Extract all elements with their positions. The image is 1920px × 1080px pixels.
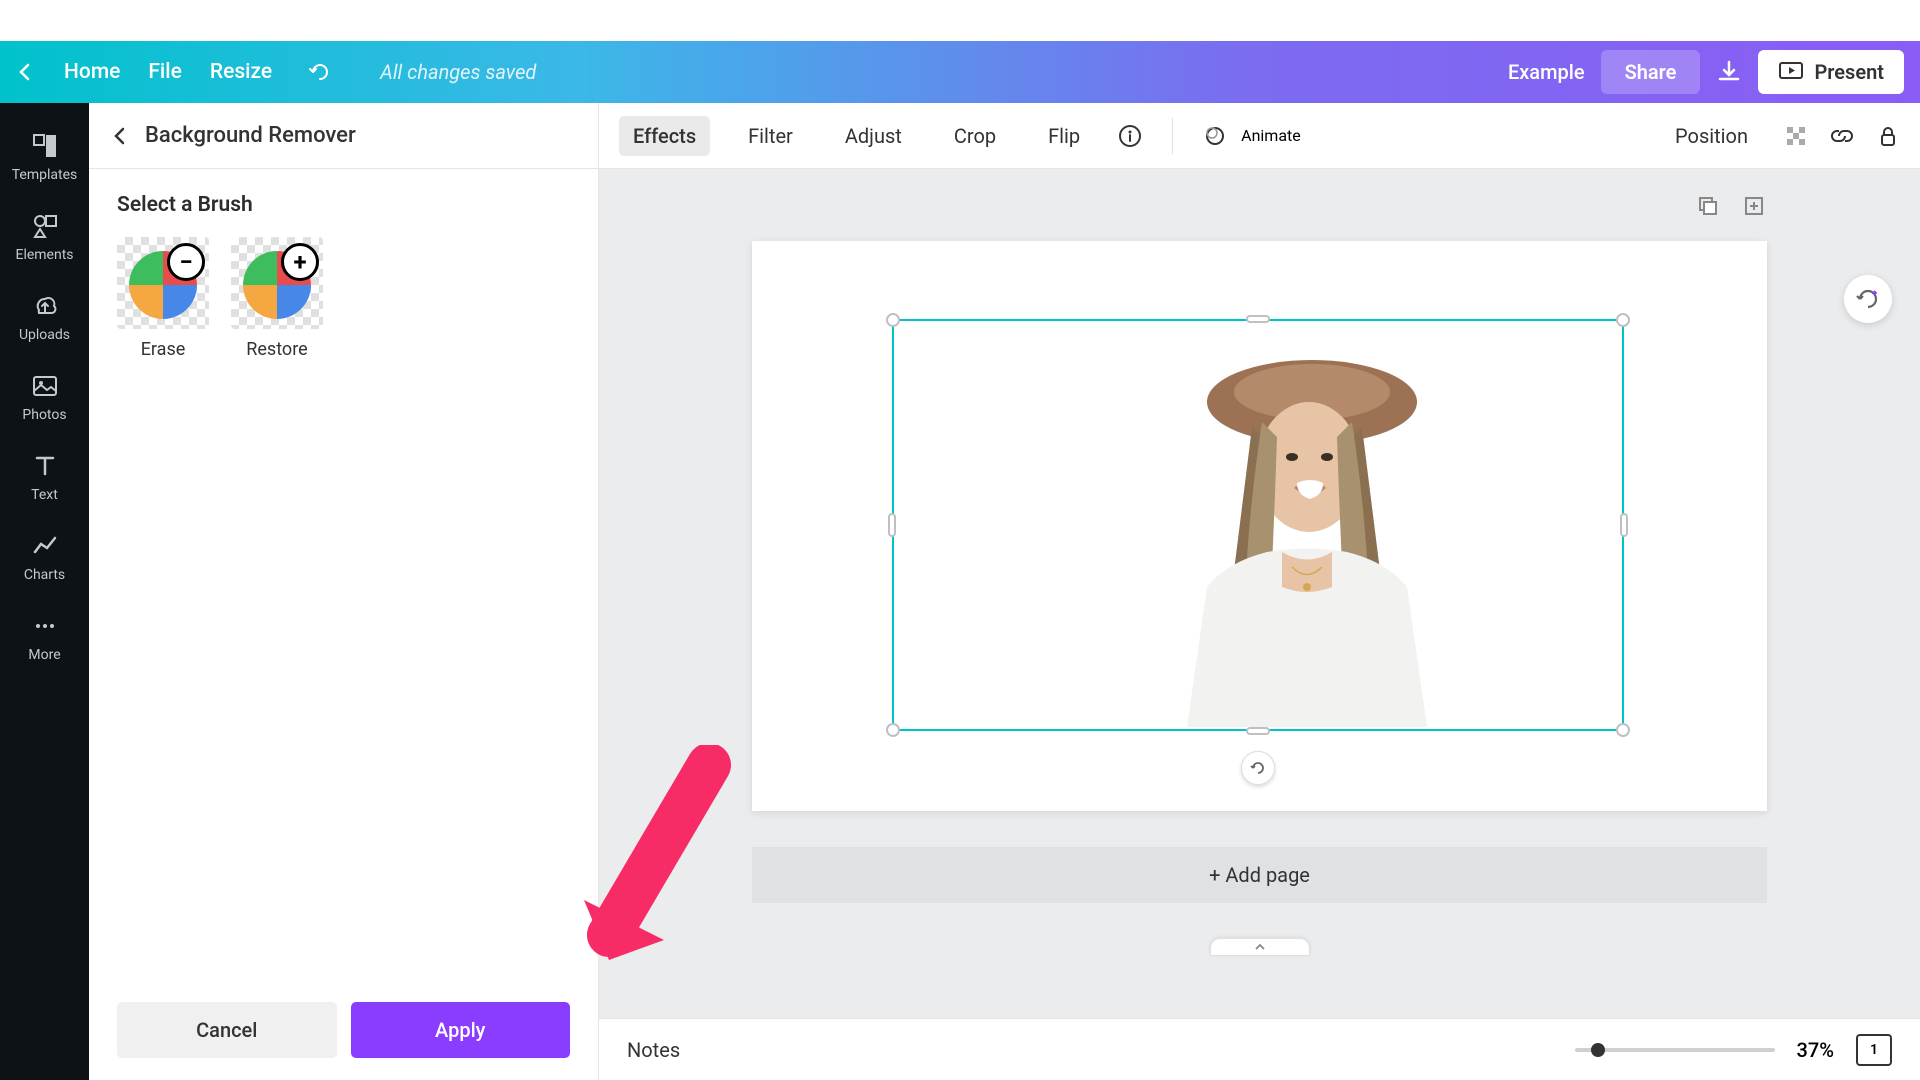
undo-icon[interactable] — [308, 60, 332, 84]
brush-restore-label: Restore — [246, 339, 307, 360]
floating-action-button[interactable] — [1844, 275, 1892, 323]
add-page-button[interactable]: + Add page — [752, 847, 1767, 903]
apply-button[interactable]: Apply — [351, 1002, 571, 1058]
resize-edge-left[interactable] — [888, 513, 896, 537]
resize-handle-tr[interactable] — [1616, 313, 1630, 327]
present-label: Present — [1814, 60, 1884, 84]
more-icon — [30, 611, 60, 641]
resize-handle-tl[interactable] — [886, 313, 900, 327]
notes-button[interactable]: Notes — [627, 1038, 680, 1062]
adjust-button[interactable]: Adjust — [831, 116, 916, 156]
position-button[interactable]: Position — [1661, 116, 1762, 156]
info-icon[interactable] — [1118, 124, 1142, 148]
add-page-icon[interactable] — [1741, 193, 1767, 219]
nav-elements-label: Elements — [15, 247, 73, 263]
sidebar-nav: Templates Elements Uploads Photos Text — [0, 103, 89, 1080]
brush-restore-preview: + — [231, 237, 323, 329]
lock-icon[interactable] — [1876, 124, 1900, 148]
brush-section-title: Select a Brush — [117, 193, 570, 217]
chevron-back-icon[interactable] — [109, 125, 131, 147]
nav-text[interactable]: Text — [0, 437, 89, 517]
app-header: Home File Resize All changes saved Examp… — [0, 41, 1920, 103]
nav-uploads[interactable]: Uploads — [0, 277, 89, 357]
duplicate-page-icon[interactable] — [1695, 193, 1721, 219]
zoom-slider-thumb[interactable] — [1591, 1043, 1605, 1057]
effects-button[interactable]: Effects — [619, 116, 710, 156]
resize-edge-right[interactable] — [1620, 513, 1628, 537]
expand-handle[interactable] — [1210, 938, 1310, 956]
page-grid-button[interactable]: 1 — [1856, 1034, 1892, 1066]
filter-button[interactable]: Filter — [734, 116, 807, 156]
nav-more[interactable]: More — [0, 597, 89, 677]
file-menu[interactable]: File — [148, 60, 182, 84]
panel-title: Background Remover — [145, 123, 356, 148]
brush-erase-preview: − — [117, 237, 209, 329]
back-arrow-icon[interactable] — [16, 62, 36, 82]
brush-erase-label: Erase — [141, 339, 186, 360]
nav-uploads-label: Uploads — [19, 327, 70, 343]
canvas-area: Effects Filter Adjust Crop Flip Animate … — [599, 103, 1920, 1080]
resize-edge-top[interactable] — [1246, 315, 1270, 323]
resize-handle-br[interactable] — [1616, 723, 1630, 737]
home-button[interactable]: Home — [64, 60, 120, 84]
nav-text-label: Text — [31, 487, 58, 503]
zoom-slider[interactable] — [1575, 1048, 1775, 1052]
brush-restore[interactable]: + Restore — [231, 237, 323, 360]
resize-handle-bl[interactable] — [886, 723, 900, 737]
nav-templates-label: Templates — [12, 167, 78, 183]
text-icon — [30, 451, 60, 481]
link-icon[interactable] — [1830, 124, 1854, 148]
cancel-button[interactable]: Cancel — [117, 1002, 337, 1058]
resize-button[interactable]: Resize — [210, 60, 272, 84]
canvas-toolbar: Effects Filter Adjust Crop Flip Animate … — [599, 103, 1920, 169]
elements-icon — [30, 211, 60, 241]
resize-edge-bottom[interactable] — [1246, 727, 1270, 735]
present-button[interactable]: Present — [1758, 50, 1904, 94]
animate-button[interactable]: Animate — [1203, 124, 1301, 148]
bottom-bar: Notes 37% 1 — [599, 1018, 1920, 1080]
plus-circle-icon: + — [281, 243, 319, 281]
side-panel: Background Remover Select a Brush − Eras… — [89, 103, 599, 1080]
zoom-percent-label: 37% — [1797, 1038, 1834, 1062]
canvas-page[interactable] — [752, 241, 1767, 811]
animate-icon — [1203, 124, 1227, 148]
nav-elements[interactable]: Elements — [0, 197, 89, 277]
transparency-icon[interactable] — [1784, 124, 1808, 148]
templates-icon — [30, 131, 60, 161]
crop-button[interactable]: Crop — [940, 116, 1010, 156]
nav-charts[interactable]: Charts — [0, 517, 89, 597]
flip-button[interactable]: Flip — [1034, 116, 1094, 156]
uploads-icon — [30, 291, 60, 321]
share-button[interactable]: Share — [1601, 50, 1701, 94]
selection-box[interactable] — [892, 319, 1624, 731]
download-icon[interactable] — [1716, 59, 1742, 85]
nav-photos[interactable]: Photos — [0, 357, 89, 437]
photos-icon — [30, 371, 60, 401]
rotate-handle[interactable] — [1241, 751, 1275, 785]
save-status-label: All changes saved — [380, 60, 536, 84]
example-button[interactable]: Example — [1508, 60, 1585, 84]
nav-charts-label: Charts — [24, 567, 65, 583]
nav-photos-label: Photos — [22, 407, 66, 423]
animate-label: Animate — [1241, 126, 1301, 145]
brush-erase[interactable]: − Erase — [117, 237, 209, 360]
nav-more-label: More — [28, 647, 60, 663]
minus-circle-icon: − — [167, 243, 205, 281]
nav-templates[interactable]: Templates — [0, 117, 89, 197]
charts-icon — [30, 531, 60, 561]
